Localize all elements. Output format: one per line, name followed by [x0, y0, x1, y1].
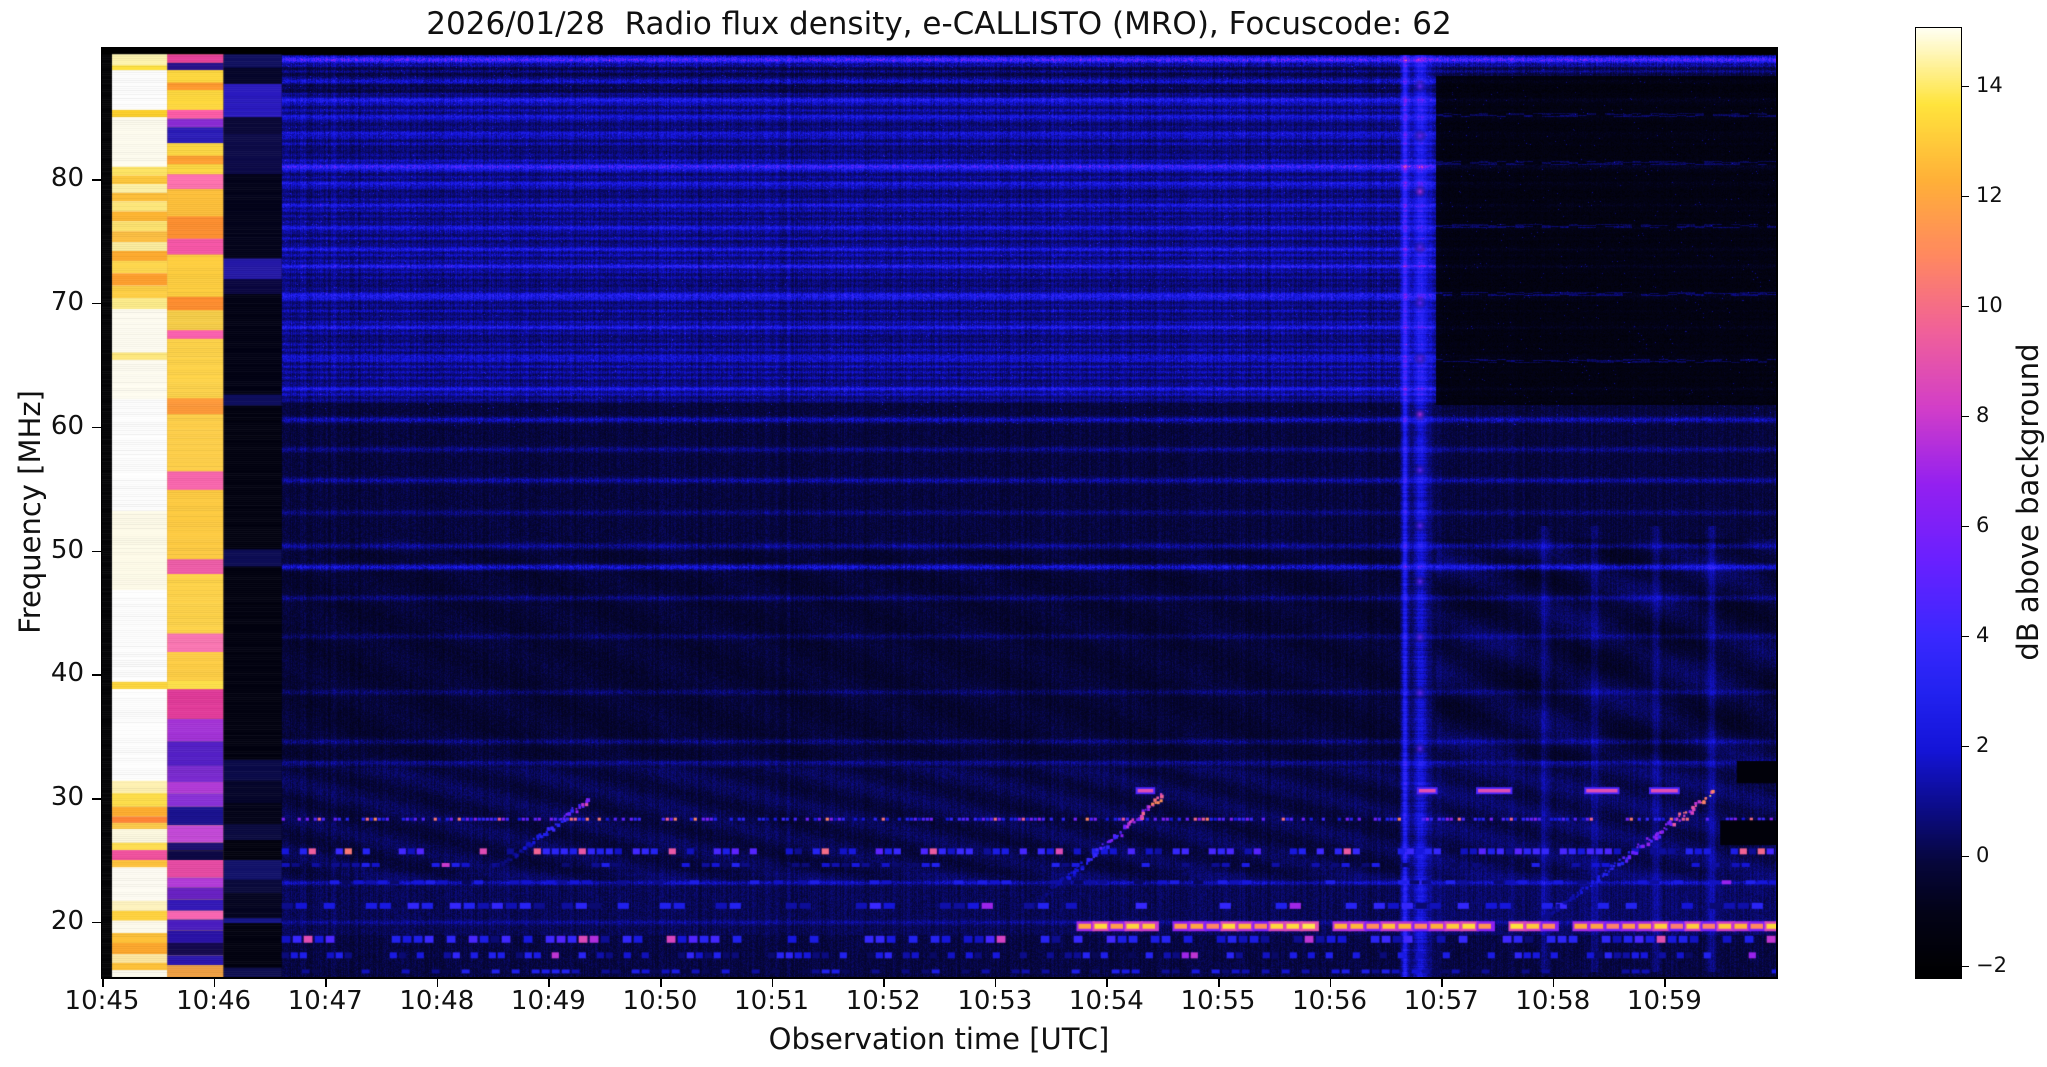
y-tick-mark	[92, 674, 101, 676]
x-tick-label: 10:49	[510, 986, 586, 1016]
y-tick-mark	[92, 302, 101, 305]
colorbar-tick-label: 8	[1976, 402, 1990, 427]
colorbar-tick-label: 10	[1976, 292, 2003, 317]
y-tick-label: 70	[50, 286, 84, 317]
colorbar-canvas	[1916, 28, 1961, 978]
colorbar-tick-label: 14	[1976, 72, 2003, 97]
colorbar-tick-mark	[1961, 85, 1969, 88]
figure: 2026/01/28 Radio flux density, e-CALLIST…	[0, 0, 2047, 1067]
colorbar-tick-mark	[1961, 525, 1969, 528]
y-tick-mark	[92, 798, 101, 800]
x-tick-label: 10:54	[1068, 986, 1144, 1016]
spectrogram-canvas	[102, 48, 1776, 977]
colorbar-label: dB above background	[2011, 343, 2045, 661]
x-tick-label: 10:53	[957, 986, 1033, 1016]
y-tick-label: 60	[50, 410, 84, 441]
x-tick-label: 10:51	[734, 986, 810, 1016]
spectrogram-plot-area	[101, 47, 1778, 979]
colorbar-tick-label: 12	[1976, 182, 2003, 207]
y-tick-label: 30	[50, 782, 84, 813]
colorbar-tick-label: 0	[1976, 842, 1990, 867]
colorbar-tick-mark	[1961, 195, 1969, 198]
x-tick-label: 10:56	[1292, 986, 1368, 1016]
y-tick-label: 20	[50, 905, 84, 936]
colorbar-tick-mark	[1961, 745, 1969, 748]
x-tick-label: 10:52	[845, 986, 921, 1016]
y-tick-label: 50	[50, 534, 84, 565]
x-tick-label: 10:47	[287, 986, 363, 1016]
colorbar-tick-label: 2	[1976, 732, 1990, 757]
x-tick-label: 10:58	[1515, 986, 1591, 1016]
colorbar-tick-mark	[1961, 305, 1969, 308]
colorbar-tick-label: 6	[1976, 512, 1990, 537]
y-tick-label: 40	[50, 658, 84, 689]
chart-title: 2026/01/28 Radio flux density, e-CALLIST…	[426, 6, 1452, 42]
y-tick-mark	[92, 921, 101, 924]
colorbar-tick-label: −2	[1976, 952, 2007, 977]
colorbar-tick-mark	[1961, 965, 1969, 968]
x-tick-label: 10:46	[176, 986, 252, 1016]
y-tick-mark	[92, 426, 101, 429]
colorbar-tick-label: 4	[1976, 622, 1990, 647]
x-tick-label: 10:50	[622, 986, 698, 1016]
x-tick-label: 10:48	[399, 986, 475, 1016]
x-tick-label: 10:59	[1626, 986, 1702, 1016]
colorbar-tick-mark	[1961, 855, 1969, 858]
x-tick-label: 10:45	[64, 986, 140, 1016]
colorbar-tick-mark	[1961, 415, 1969, 418]
x-tick-label: 10:55	[1180, 986, 1256, 1016]
colorbar-tick-mark	[1961, 635, 1969, 638]
x-axis-label: Observation time [UTC]	[768, 1022, 1110, 1056]
x-tick-label: 10:57	[1403, 986, 1479, 1016]
y-tick-mark	[92, 550, 101, 553]
colorbar	[1915, 27, 1962, 979]
y-tick-label: 80	[50, 163, 84, 194]
y-tick-mark	[92, 179, 101, 181]
